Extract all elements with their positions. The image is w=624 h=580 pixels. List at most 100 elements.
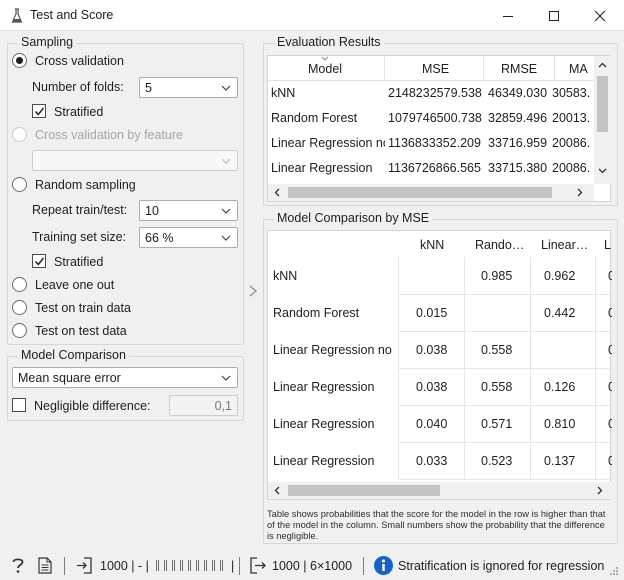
comparison-matrix-legend: Model Comparison by MSE (274, 211, 433, 225)
random-sampling-label: Random sampling (35, 178, 136, 192)
header-model[interactable]: Model (308, 62, 348, 76)
matrix-cell: 0 (608, 269, 612, 283)
table-row: kNN 0.985 0.962 0 (268, 257, 612, 294)
stratified-label-2: Stratified (54, 255, 104, 269)
negligible-checkbox[interactable] (12, 398, 26, 412)
hscroll-thumb[interactable] (288, 485, 440, 496)
evaluation-vscrollbar[interactable] (594, 56, 611, 184)
maximize-icon (549, 10, 559, 21)
flask-icon (11, 8, 23, 24)
hscroll-thumb[interactable] (288, 187, 552, 198)
eval-rmse-cell: 32859.496 (488, 111, 548, 125)
eval-model-cell: kNN (271, 86, 296, 100)
sort-indicator-icon (321, 56, 329, 61)
chevron-down-icon (221, 208, 231, 214)
table-row: Linear Regression 0.033 0.523 0.137 0 (268, 442, 612, 479)
leave-one-out-radio[interactable] (12, 277, 27, 292)
matrix-col-header: Linear… (541, 238, 589, 252)
vscroll-thumb[interactable] (597, 76, 608, 132)
minimize-button[interactable] (485, 0, 531, 31)
eval-model-cell: Linear Regression no (271, 136, 385, 150)
eval-mse-cell: 2148232579.538 (388, 86, 482, 100)
matrix-row-label: Linear Regression (273, 417, 375, 431)
matrix-cell: 0 (608, 343, 612, 357)
leave-one-out-label: Leave one out (35, 278, 115, 292)
eval-mae-cell: 20013. (552, 111, 591, 125)
matrix-cell: 0 (608, 306, 612, 320)
matrix-hscrollbar[interactable] (268, 482, 612, 499)
evaluation-table: Model MSE RMSE MA kNN 2148232579.538 463… (267, 55, 611, 202)
negligible-value: 0,1 (214, 399, 232, 413)
negligible-label: Negligible difference: (34, 399, 151, 413)
train-size-label: Training set size: (32, 230, 127, 244)
negligible-spinbox[interactable]: 0,1 (169, 395, 238, 416)
input-summary-glyphs (156, 560, 226, 571)
eval-rmse-cell: 46349.030 (488, 86, 548, 100)
table-row[interactable]: kNN 2148232579.538 46349.030 30583. (268, 81, 594, 106)
chevron-down-icon (221, 85, 231, 91)
cv-by-feature-radio[interactable] (12, 127, 27, 142)
table-row[interactable]: Linear Regression 1136726866.565 33715.3… (268, 156, 594, 181)
input-icon (76, 557, 92, 577)
info-icon (374, 556, 393, 578)
folds-combo[interactable]: 5 (139, 77, 238, 98)
checkmark-icon (34, 107, 45, 116)
repeat-combo[interactable]: 10 (139, 200, 238, 221)
header-rmse[interactable]: RMSE (501, 62, 537, 76)
matrix-cell: 0.962 (544, 269, 576, 283)
matrix-cell: 0.571 (481, 417, 513, 431)
metric-combo[interactable]: Mean square error (12, 367, 238, 388)
evaluation-legend: Evaluation Results (274, 35, 384, 49)
splitter-chevron-icon[interactable] (248, 285, 258, 297)
table-row: Linear Regression 0.040 0.571 0.810 0 (268, 405, 612, 442)
test-on-test-radio[interactable] (12, 323, 27, 338)
input-summary: 1000 | - | (100, 559, 149, 573)
eval-mse-cell: 1136726866.565 (388, 161, 481, 175)
stratified-checkbox-1[interactable] (32, 104, 46, 118)
comparison-matrix-table: kNN Rando… Linear… L kNN 0.985 0.962 0 R… (267, 230, 612, 500)
table-row[interactable]: Random Forest 1079746500.738 32859.496 2… (268, 106, 594, 131)
matrix-row-label: Linear Regression (273, 454, 375, 468)
evaluation-hscrollbar[interactable] (268, 184, 594, 201)
checkmark-icon (34, 257, 45, 266)
close-button[interactable] (577, 0, 623, 31)
help-icon[interactable] (11, 557, 25, 577)
chevron-down-icon (221, 375, 231, 381)
sampling-legend: Sampling (18, 35, 77, 49)
matrix-row-label: Linear Regression no (273, 343, 392, 357)
eval-model-cell: Random Forest (271, 111, 358, 125)
matrix-cell: 0 (608, 454, 612, 468)
matrix-cell: 0 (608, 380, 612, 394)
train-size-combo[interactable]: 66 % (139, 227, 238, 248)
header-mae[interactable]: MA (569, 62, 588, 76)
report-icon[interactable] (38, 557, 52, 577)
cross-validation-radio[interactable] (12, 53, 27, 68)
table-row: Random Forest 0.015 0.442 0 (268, 294, 612, 331)
chevron-down-icon (221, 235, 231, 241)
matrix-row-label: kNN (273, 269, 298, 283)
matrix-col-header: L (604, 238, 611, 252)
resize-grip-icon[interactable] (608, 565, 620, 577)
matrix-cell: 0.558 (481, 380, 513, 394)
eval-rmse-cell: 33716.959 (488, 136, 548, 150)
header-mse[interactable]: MSE (422, 62, 449, 76)
maximize-button[interactable] (531, 0, 577, 31)
close-icon (594, 10, 606, 21)
feature-combo[interactable] (32, 150, 238, 171)
table-row: Linear Regression no 0.038 0.558 0 (268, 331, 612, 368)
chevron-left-icon (274, 486, 280, 495)
matrix-cell: 0.442 (544, 306, 576, 320)
chevron-down-icon (598, 168, 607, 174)
matrix-row-label: Random Forest (273, 306, 360, 320)
chevron-left-icon (274, 188, 280, 197)
matrix-cell: 0.126 (544, 380, 576, 394)
eval-model-cell: Linear Regression (271, 161, 373, 175)
matrix-cell: 0.038 (416, 380, 448, 394)
test-on-train-radio[interactable] (12, 300, 27, 315)
window-title: Test and Score (30, 8, 114, 22)
output-icon (250, 557, 266, 577)
stratified-checkbox-2[interactable] (32, 254, 46, 268)
eval-mse-cell: 1136833352.209 (388, 136, 481, 150)
table-row[interactable]: Linear Regression no 1136833352.209 3371… (268, 131, 594, 156)
random-sampling-radio[interactable] (12, 177, 27, 192)
